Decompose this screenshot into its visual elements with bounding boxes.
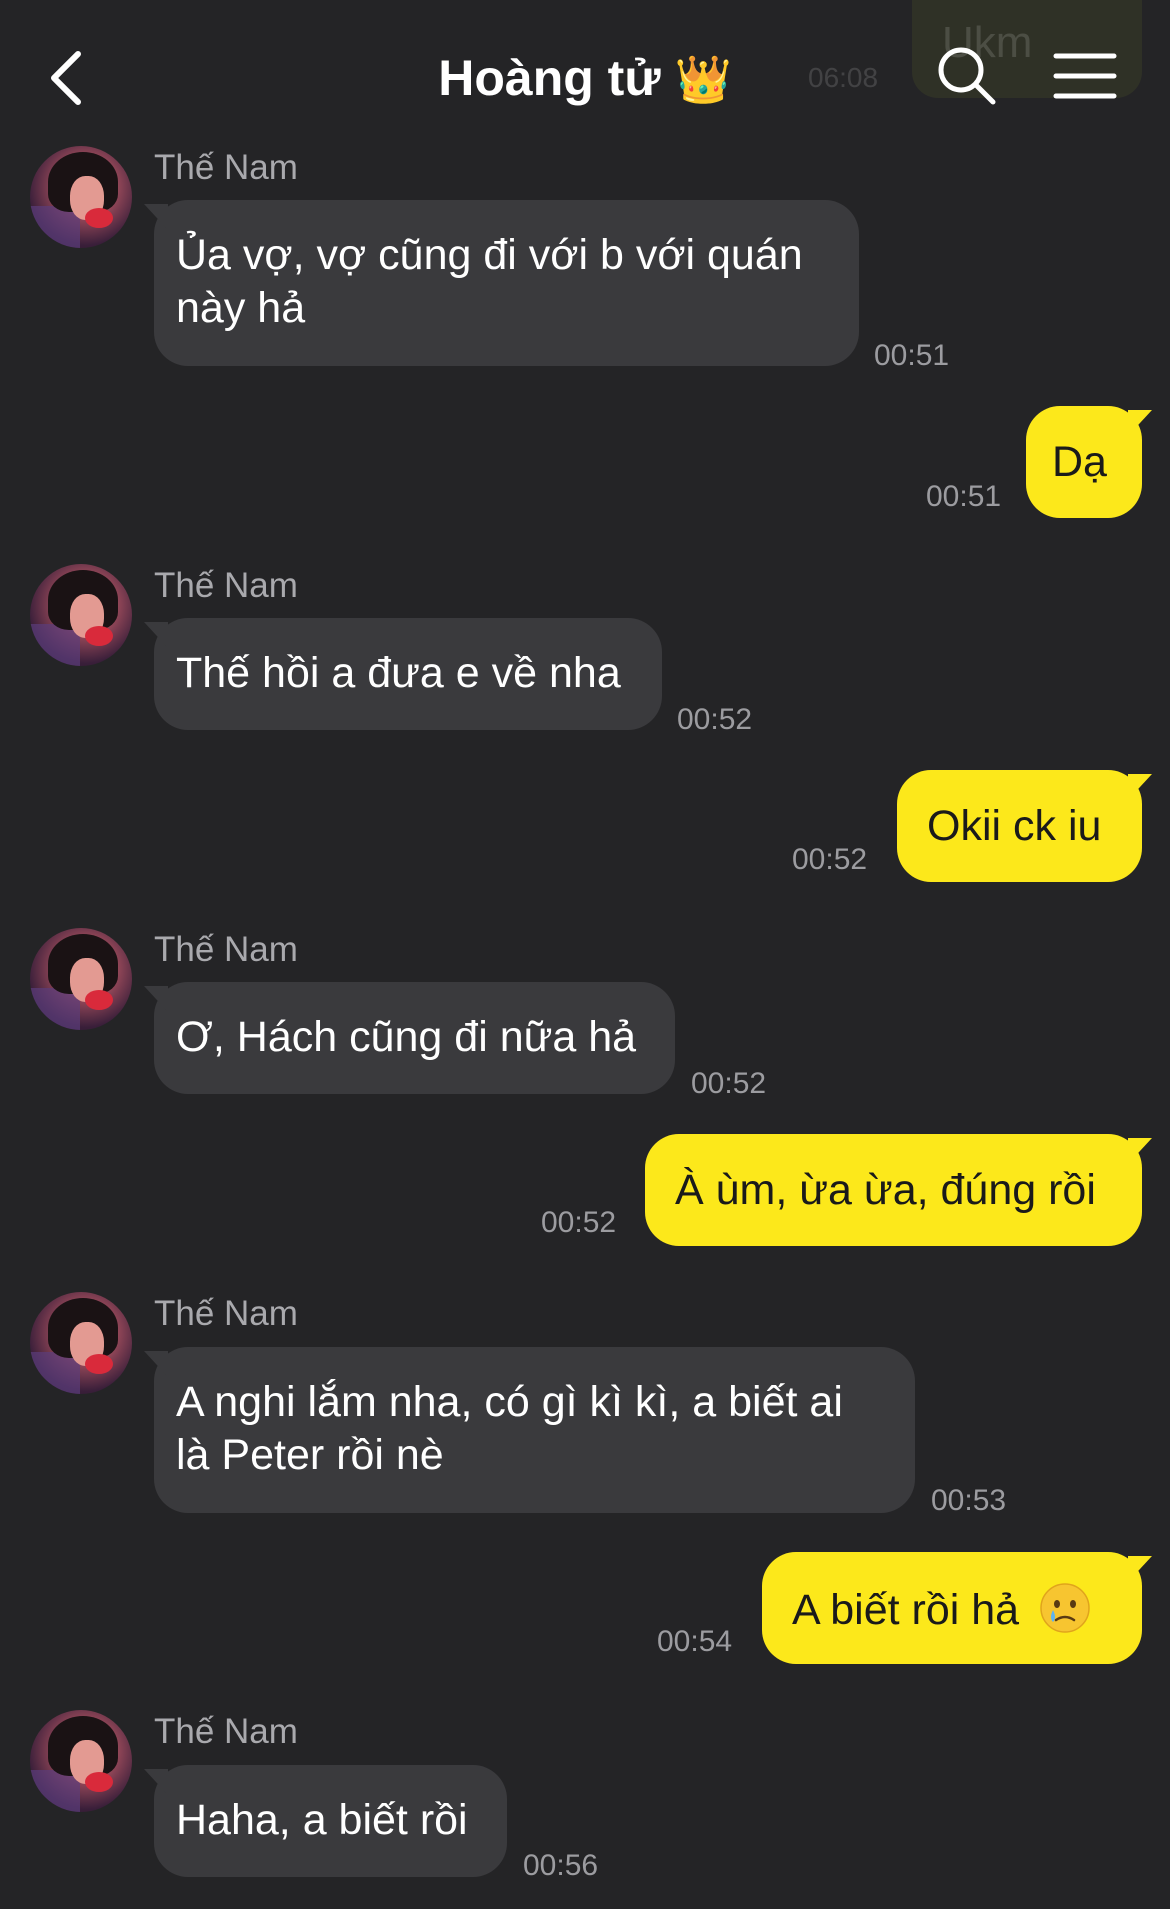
sender-name: Thế Nam [154, 930, 298, 969]
menu-icon [1053, 53, 1117, 99]
message-text-line: A nghi lắm nha, có gì kì kì, a biết ai [176, 1378, 843, 1426]
message-text: À ùm, ừa ừa, đúng rồi [675, 1166, 1096, 1214]
incoming-message-bubble[interactable]: Haha, a biết rồi [154, 1765, 507, 1877]
outgoing-message-bubble[interactable]: À ùm, ừa ừa, đúng rồi [645, 1134, 1142, 1246]
sender-name: Thế Nam [154, 148, 298, 187]
search-icon [938, 47, 996, 105]
message-timestamp: 00:51 [874, 339, 950, 372]
sender-name: Thế Nam [154, 1712, 298, 1751]
sender-name: Thế Nam [154, 1294, 298, 1333]
message-text-line: là Peter rồi nè [176, 1431, 444, 1479]
chat-title-text: Hoàng tử [438, 50, 661, 106]
message-text-line: Ủa vợ, vợ cũng đi với b với quán [176, 231, 803, 279]
contact-avatar[interactable] [30, 1710, 132, 1812]
outgoing-message-bubble[interactable]: A biết rồi hả [762, 1552, 1142, 1664]
message-timestamp: 00:54 [657, 1625, 733, 1658]
outgoing-message-bubble[interactable]: Okii ck iu [897, 770, 1142, 882]
message-timestamp: 00:56 [523, 1849, 599, 1882]
incoming-message-bubble[interactable]: Ủa vợ, vợ cũng đi với b với quán này hả [154, 200, 859, 366]
menu-button[interactable] [1050, 46, 1120, 106]
crying-face-emoji-icon [1040, 1583, 1090, 1633]
contact-avatar[interactable] [30, 564, 132, 666]
incoming-message-bubble[interactable]: Ơ, Hách cũng đi nữa hả [154, 982, 675, 1094]
message-timestamp: 00:53 [931, 1484, 1007, 1517]
message-text-line: này hả [176, 284, 306, 332]
contact-avatar[interactable] [30, 928, 132, 1030]
message-text: Thế hồi a đưa e về nha [176, 649, 621, 697]
message-timestamp: 00:52 [691, 1067, 767, 1100]
search-button[interactable] [935, 44, 999, 108]
sender-name: Thế Nam [154, 566, 298, 605]
message-text: Haha, a biết rồi [176, 1796, 468, 1844]
message-text: Dạ [1052, 438, 1107, 486]
incoming-message-bubble[interactable]: Thế hồi a đưa e về nha [154, 618, 662, 730]
message-text: Ơ, Hách cũng đi nữa hả [176, 1013, 637, 1061]
contact-avatar[interactable] [30, 146, 132, 248]
message-timestamp: 00:51 [926, 480, 1002, 513]
contact-avatar[interactable] [30, 1292, 132, 1394]
chat-header: Ukm 06:08 Hoàng tử 👑 [0, 0, 1170, 150]
incoming-message-bubble[interactable]: A nghi lắm nha, có gì kì kì, a biết ai l… [154, 1347, 915, 1513]
message-timestamp: 00:52 [677, 703, 753, 736]
message-timestamp: 00:52 [792, 843, 868, 876]
message-text: Okii ck iu [927, 802, 1102, 850]
message-timestamp: 00:52 [541, 1206, 617, 1239]
crown-emoji: 👑 [674, 53, 732, 105]
outgoing-message-bubble[interactable]: Dạ [1026, 406, 1142, 518]
message-text: A biết rồi hả [792, 1586, 1020, 1634]
